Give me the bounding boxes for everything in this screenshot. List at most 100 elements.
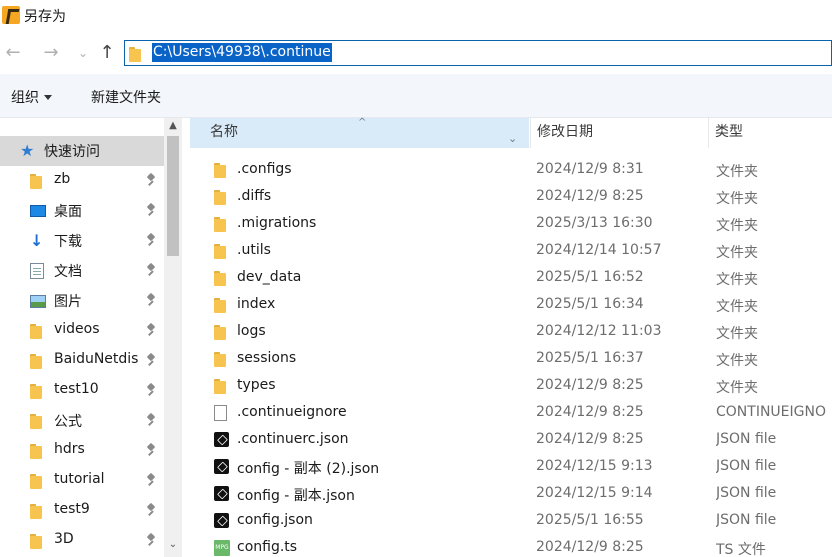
- download-icon: ↓: [30, 231, 44, 250]
- file-type: 文件夹: [716, 245, 758, 261]
- folder-icon: [214, 297, 230, 313]
- pin-icon: [146, 414, 156, 428]
- file-row[interactable]: .continuerc.json 2024/12/9 8:25 JSON file: [190, 427, 832, 454]
- file-name: config.json: [237, 512, 313, 528]
- sidebar-item[interactable]: test10: [0, 376, 164, 406]
- pin-icon: [146, 504, 156, 518]
- file-row[interactable]: sessions 2025/5/1 16:37 文件夹: [190, 346, 832, 373]
- file-row[interactable]: dev_data 2025/5/1 16:52 文件夹: [190, 265, 832, 292]
- file-name: logs: [237, 323, 266, 339]
- column-header-row: ^ 名称 ⌄ 修改日期 类型: [190, 118, 832, 148]
- column-header-type[interactable]: 类型: [708, 118, 832, 148]
- file-modified-date: 2024/12/12 11:03: [536, 323, 662, 339]
- pin-icon: [146, 234, 156, 248]
- folder-icon: [30, 173, 46, 189]
- navigation-pane: ▲ ⌄ ★ 快速访问 zb 桌面 ↓ 下载文档图片 videos BaiduNetdis tes…: [0, 118, 186, 557]
- file-type: 文件夹: [716, 353, 758, 369]
- column-header-name[interactable]: ^ 名称 ⌄: [190, 118, 529, 148]
- address-bar[interactable]: C:\Users\49938\.continue: [124, 40, 832, 66]
- sidebar-item[interactable]: BaiduNetdis: [0, 346, 164, 376]
- file-row[interactable]: config.json 2025/5/1 16:55 JSON file: [190, 508, 832, 535]
- sidebar-item[interactable]: 桌面: [0, 196, 164, 226]
- sidebar-item[interactable]: test9: [0, 496, 164, 526]
- json-icon: [214, 513, 230, 529]
- sidebar-item-label: 下载: [54, 234, 82, 250]
- file-type: JSON file: [716, 458, 777, 474]
- column-type-label: 类型: [715, 124, 743, 140]
- sidebar-item[interactable]: tutorial: [0, 466, 164, 496]
- folder-icon: [214, 378, 230, 394]
- pin-icon: [146, 474, 156, 488]
- file-modified-date: 2024/12/9 8:25: [536, 404, 644, 420]
- sidebar-item[interactable]: 公式: [0, 406, 164, 436]
- pin-icon: [146, 384, 156, 398]
- sidebar-item-label: test10: [54, 381, 99, 397]
- file-type: JSON file: [716, 485, 777, 501]
- sidebar-item[interactable]: videos: [0, 316, 164, 346]
- sidebar-item-label: 文档: [54, 264, 82, 280]
- file-row[interactable]: .migrations 2025/3/13 16:30 文件夹: [190, 211, 832, 238]
- forward-arrow-icon[interactable]: →: [40, 42, 62, 64]
- file-row[interactable]: index 2025/5/1 16:34 文件夹: [190, 292, 832, 319]
- sidebar-item[interactable]: 3D: [0, 526, 164, 556]
- scroll-down-icon[interactable]: ⌄: [164, 539, 182, 555]
- sidebar-item[interactable]: ★ 快速访问: [0, 136, 164, 166]
- json-icon: [214, 432, 230, 448]
- up-arrow-icon[interactable]: ↑: [96, 42, 118, 64]
- column-header-date[interactable]: 修改日期: [530, 118, 708, 148]
- back-arrow-icon[interactable]: ←: [2, 42, 24, 64]
- file-modified-date: 2024/12/9 8:25: [536, 431, 644, 447]
- sidebar-item-label: zb: [54, 171, 71, 187]
- pin-icon: [146, 324, 156, 338]
- sidebar-item[interactable]: 图片: [0, 286, 164, 316]
- sidebar-item-label: test9: [54, 501, 90, 517]
- file-row[interactable]: .utils 2024/12/14 10:57 文件夹: [190, 238, 832, 265]
- organize-label: 组织: [11, 90, 39, 106]
- sidebar-item-label: 3D: [54, 531, 74, 547]
- file-name: config.ts: [237, 539, 298, 555]
- file-row[interactable]: .configs 2024/12/9 8:31 文件夹: [190, 157, 832, 184]
- file-type: 文件夹: [716, 272, 758, 288]
- file-row[interactable]: config - 副本.json 2024/12/15 9:14 JSON file: [190, 481, 832, 508]
- pin-icon: [146, 534, 156, 548]
- file-modified-date: 2025/3/13 16:30: [536, 215, 653, 231]
- recent-dropdown-icon[interactable]: ⌄: [72, 42, 94, 64]
- file-name: sessions: [237, 350, 297, 366]
- star-icon: ★: [20, 141, 35, 160]
- address-path[interactable]: C:\Users\49938\.continue: [152, 43, 332, 62]
- sidebar-item-label: 桌面: [54, 204, 82, 220]
- folder-icon: [214, 189, 230, 205]
- file-list: ^ 名称 ⌄ 修改日期 类型 .configs 2024/12/9 8:31 文件夹…: [190, 118, 832, 557]
- file-row[interactable]: logs 2024/12/12 11:03 文件夹: [190, 319, 832, 346]
- file-modified-date: 2024/12/9 8:25: [536, 539, 644, 555]
- file-modified-date: 2025/5/1 16:52: [536, 269, 644, 285]
- file-modified-date: 2024/12/15 9:13: [536, 458, 653, 474]
- folder-icon: [214, 270, 230, 286]
- sidebar-item[interactable]: zb: [0, 166, 164, 196]
- file-row[interactable]: types 2024/12/9 8:25 文件夹: [190, 373, 832, 400]
- document-icon: [30, 263, 46, 279]
- file-row[interactable]: .continueignore 2024/12/9 8:25 CONTINUEIGN…: [190, 400, 832, 427]
- scroll-up-icon[interactable]: ▲: [164, 120, 182, 136]
- window-title: 另存为: [24, 9, 66, 25]
- new-folder-button[interactable]: 新建文件夹: [91, 87, 161, 107]
- file-type: JSON file: [716, 431, 777, 447]
- chevron-down-icon[interactable]: ⌄: [508, 125, 517, 153]
- organize-button[interactable]: 组织: [11, 87, 52, 107]
- sidebar-item[interactable]: hdrs: [0, 436, 164, 466]
- file-type: 文件夹: [716, 326, 758, 342]
- sidebar-item-label: hdrs: [54, 441, 85, 457]
- file-name: config - 副本 (2).json: [237, 461, 380, 477]
- file-type: 文件夹: [716, 191, 758, 207]
- sidebar-item-label: 公式: [54, 414, 82, 430]
- file-modified-date: 2024/12/9 8:25: [536, 377, 644, 393]
- sidebar-item[interactable]: 文档: [0, 256, 164, 286]
- file-modified-date: 2024/12/14 10:57: [536, 242, 662, 258]
- file-row[interactable]: config - 副本 (2).json 2024/12/15 9:13 JSON …: [190, 454, 832, 481]
- file-row[interactable]: .diffs 2024/12/9 8:25 文件夹: [190, 184, 832, 211]
- file-row[interactable]: MPG config.ts 2024/12/9 8:25 TS 文件: [190, 535, 832, 557]
- scrollbar-thumb[interactable]: [167, 136, 179, 256]
- sidebar-scrollbar[interactable]: ▲ ⌄: [164, 118, 182, 557]
- sidebar-item[interactable]: ↓ 下载: [0, 226, 164, 256]
- pin-icon: [146, 174, 156, 188]
